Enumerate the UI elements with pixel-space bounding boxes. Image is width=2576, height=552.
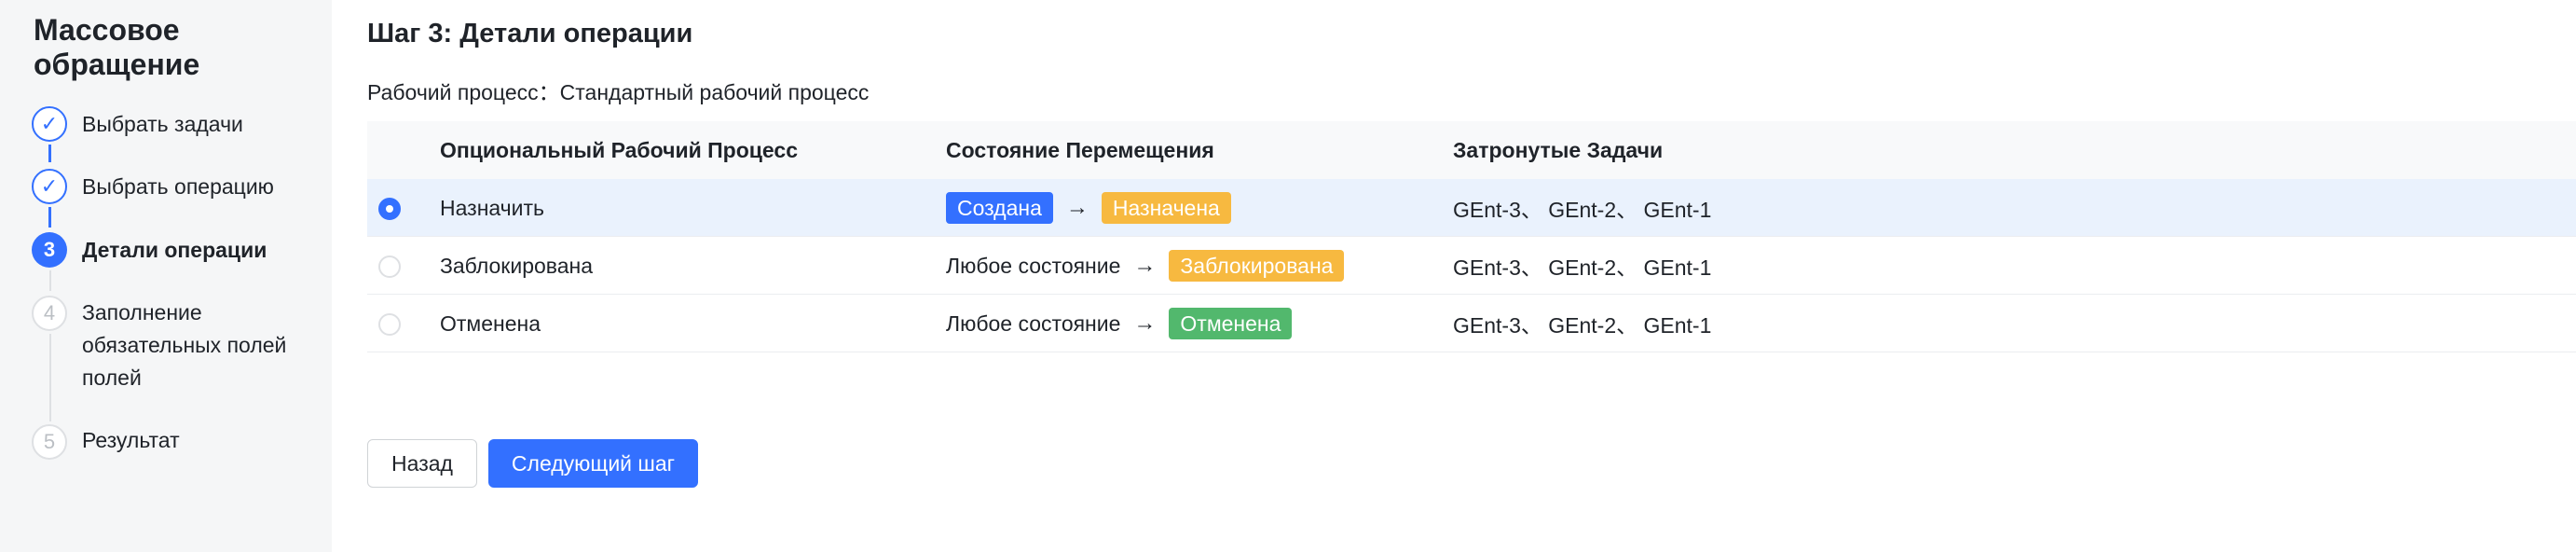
row-radio[interactable] <box>378 255 401 278</box>
step-4-label-line: полей <box>82 366 142 390</box>
table-row[interactable]: Назначить Создана → Назначена GEnt-3、 GE… <box>367 179 2576 237</box>
process-name: Отменена <box>440 310 541 336</box>
column-header-transition: Состояние Перемещения <box>946 138 1214 162</box>
process-name: Назначить <box>440 195 545 220</box>
step-connector <box>48 334 51 421</box>
operations-table: Опциональный Рабочий Процесс Состояние П… <box>367 121 2576 352</box>
page-title: Шаг 3: Детали операции <box>367 19 693 48</box>
affected-tasks: GEnt-3、 GEnt-2、 GEnt-1 <box>1453 255 1712 280</box>
step-2-label[interactable]: Выбрать операцию <box>82 171 274 203</box>
step-3-label: Детали операции <box>82 238 267 262</box>
step-connector <box>48 145 51 162</box>
step-1-check-icon: ✓ <box>32 106 67 142</box>
next-step-button[interactable]: Следующий шаг <box>488 439 698 488</box>
affected-tasks: GEnt-3、 GEnt-2、 GEnt-1 <box>1453 313 1712 338</box>
step-4-label: Заполнение обязательных полей полей <box>82 297 286 394</box>
workflow-label: Рабочий процесс： <box>367 80 560 104</box>
workflow-value: Стандартный рабочий процесс <box>559 80 870 104</box>
status-from-text: Любое состояние <box>946 310 1121 336</box>
step-1-label[interactable]: Выбрать задачи <box>82 108 243 141</box>
status-badge-from: Создана <box>946 192 1053 224</box>
step-connector <box>48 207 51 228</box>
affected-tasks: GEnt-3、 GEnt-2、 GEnt-1 <box>1453 198 1712 222</box>
column-header-process: Опциональный Рабочий Процесс <box>440 138 798 162</box>
transition-cell: Любое состояние → Заблокирована <box>946 237 1345 295</box>
status-badge-to: Назначена <box>1101 192 1231 224</box>
process-name: Заблокирована <box>440 253 594 278</box>
transition-cell: Создана → Назначена <box>946 179 1231 237</box>
row-radio[interactable] <box>378 198 401 220</box>
step-5-label: Результат <box>82 428 180 452</box>
back-button[interactable]: Назад <box>367 439 477 488</box>
table-header: Опциональный Рабочий Процесс Состояние П… <box>367 121 2576 179</box>
steps-sidebar: Массовое обращение ✓ Выбрать задачи ✓ Вы… <box>0 0 332 552</box>
workflow-info: Рабочий процесс：Стандартный рабочий проц… <box>367 75 869 106</box>
status-badge-to: Заблокирована <box>1169 250 1345 282</box>
row-radio[interactable] <box>378 313 401 336</box>
status-badge-to: Отменена <box>1169 308 1293 339</box>
step-3-number: 3 <box>32 232 67 268</box>
step-2-check-icon: ✓ <box>32 169 67 204</box>
sidebar-title: Массовое обращение <box>34 13 200 81</box>
arrow-right-icon: → <box>1133 253 1157 278</box>
step-4-label-line: обязательных полей <box>82 333 287 357</box>
transition-cell: Любое состояние → Отменена <box>946 295 1293 352</box>
column-header-tasks: Затронутые Задачи <box>1453 138 1664 162</box>
step-connector <box>48 270 51 291</box>
arrow-right-icon: → <box>1133 310 1157 336</box>
step-5-number: 5 <box>32 424 67 460</box>
step-4-label-line: Заполнение <box>82 300 202 324</box>
step-4-number: 4 <box>32 296 67 331</box>
table-row[interactable]: Отменена Любое состояние → Отменена GEnt… <box>367 295 2576 352</box>
arrow-right-icon: → <box>1065 195 1089 220</box>
status-from-text: Любое состояние <box>946 253 1121 278</box>
table-row[interactable]: Заблокирована Любое состояние → Заблокир… <box>367 237 2576 295</box>
